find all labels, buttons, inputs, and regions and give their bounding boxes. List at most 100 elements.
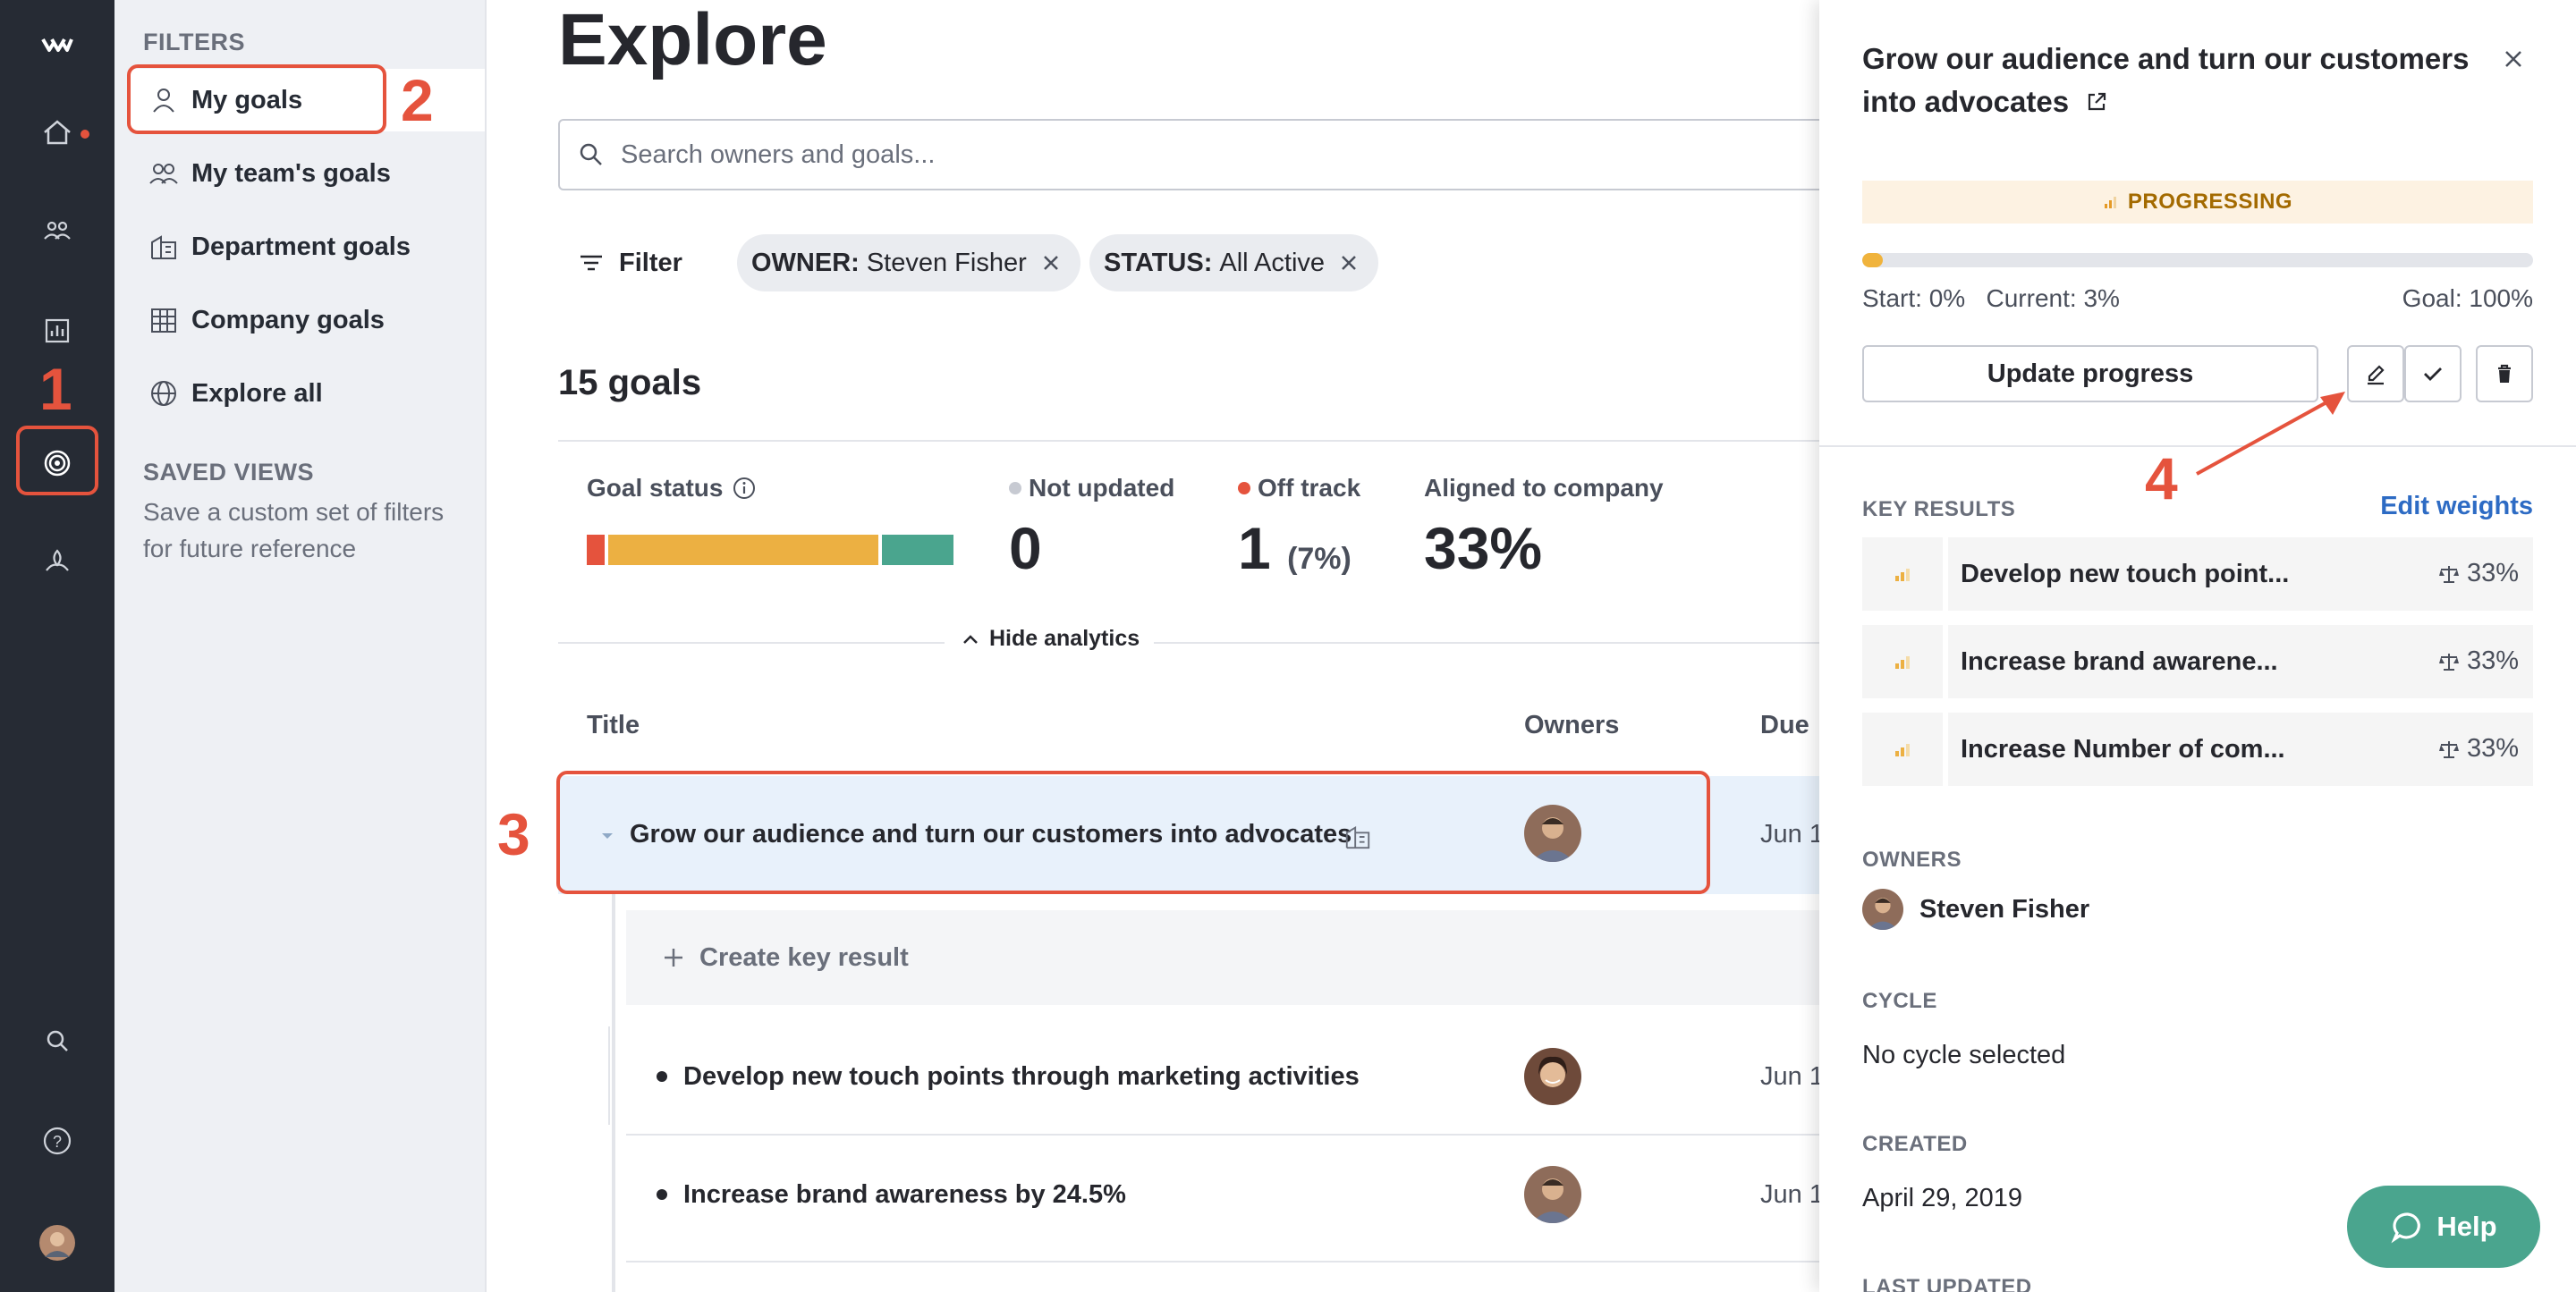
key-result-title[interactable]: Increase brand awareness by 24.5%: [683, 1180, 1126, 1210]
grey-dot: [1009, 482, 1021, 494]
progress-fill: [1862, 253, 1883, 267]
column-title[interactable]: Title: [587, 711, 640, 740]
key-result-item[interactable]: Develop new touch point... 33%: [1862, 537, 2533, 611]
divider: [558, 440, 1819, 442]
search-box[interactable]: [558, 119, 1819, 190]
signal-bars-icon: [1862, 625, 1943, 698]
off-track-percent: (7%): [1287, 542, 1352, 576]
globe-icon: [151, 381, 176, 406]
key-result-title[interactable]: Develop new touch points through marketi…: [683, 1062, 1360, 1092]
filters-sidebar: FILTERS My goals My team's goals Departm…: [114, 0, 487, 1292]
close-icon[interactable]: [2496, 41, 2531, 77]
key-result-name: Increase brand awarene...: [1961, 646, 2278, 676]
not-updated-value: 0: [1009, 515, 1042, 581]
signal-bars-icon: [2104, 197, 2116, 208]
building-icon: [151, 235, 176, 259]
annotation-number: 4: [2145, 445, 2178, 511]
filter-button[interactable]: Filter: [576, 238, 682, 288]
hide-analytics-button[interactable]: Hide analytics: [945, 626, 1155, 652]
user-avatar[interactable]: [29, 1214, 86, 1271]
off-track-label: Off track: [1238, 474, 1360, 502]
column-owners[interactable]: Owners: [1524, 711, 1619, 740]
close-icon[interactable]: [1039, 251, 1063, 274]
goal-status-label: Goal status: [587, 474, 757, 502]
annotation-number: 2: [401, 67, 434, 133]
filter-company-goals[interactable]: Company goals: [131, 289, 485, 351]
owner-avatar[interactable]: [1524, 1166, 1581, 1223]
status-filter-chip[interactable]: STATUS: All Active: [1089, 234, 1379, 291]
key-results-title: KEY RESULTS: [1862, 497, 2016, 521]
edit-weights-link[interactable]: Edit weights: [2380, 492, 2533, 521]
key-result-weight: 33%: [2436, 734, 2519, 764]
logo-icon[interactable]: [29, 16, 86, 73]
filter-label: My team's goals: [191, 158, 391, 188]
due-date: Jun 1: [1760, 1180, 1819, 1209]
created-value: April 29, 2019: [1862, 1184, 2022, 1212]
key-result-name: Increase Number of com...: [1961, 734, 2285, 764]
owner-filter-chip[interactable]: OWNER: Steven Fisher: [737, 234, 1080, 291]
key-result-item[interactable]: Increase brand awarene... 33%: [1862, 625, 2533, 698]
progress-start-current: Start: 0% Current: 3%: [1862, 284, 2120, 312]
chat-bubble-icon: [2391, 1212, 2421, 1244]
status-segment-on-track: [881, 535, 953, 565]
search-icon[interactable]: [29, 1012, 86, 1069]
due-date: Jun 1: [1760, 1062, 1819, 1091]
help-icon[interactable]: ?: [29, 1112, 86, 1170]
filter-department-goals[interactable]: Department goals: [131, 215, 485, 278]
info-icon[interactable]: [732, 476, 757, 501]
cycle-value: No cycle selected: [1862, 1041, 2066, 1069]
nav-rail: ?: [0, 0, 114, 1292]
not-updated-label: Not updated: [1009, 474, 1174, 502]
team-icon[interactable]: [29, 202, 86, 259]
filter-my-team-goals[interactable]: My team's goals: [131, 142, 485, 205]
filters-title: FILTERS: [143, 29, 245, 55]
pencil-icon: [2368, 365, 2385, 385]
people-icon: [149, 164, 178, 184]
delete-button[interactable]: [2476, 345, 2533, 402]
goal-status-bar: [587, 535, 953, 565]
filter-label: Company goals: [191, 305, 385, 334]
svg-text:?: ?: [53, 1133, 62, 1151]
tree-line: [612, 894, 615, 1292]
aligned-value: 33%: [1424, 515, 1543, 581]
signal-bars-icon: [1862, 537, 1943, 611]
tree-line: [608, 1026, 610, 1125]
close-icon[interactable]: [1337, 251, 1360, 274]
red-dot: [1238, 482, 1250, 494]
external-link-icon[interactable]: [2084, 89, 2109, 114]
scale-icon: [2438, 565, 2459, 583]
saved-views-title: SAVED VIEWS: [143, 459, 315, 486]
filter-button-label: Filter: [619, 248, 682, 277]
goals-count: 15 goals: [558, 363, 702, 402]
key-result-item[interactable]: Increase Number of com... 33%: [1862, 713, 2533, 786]
search-input[interactable]: [621, 139, 1784, 170]
divider: [626, 1134, 1819, 1136]
filter-explore-all[interactable]: Explore all: [131, 362, 485, 425]
page-title: Explore: [558, 0, 827, 80]
complete-button[interactable]: [2404, 345, 2462, 402]
analytics-icon[interactable]: [29, 302, 86, 359]
scale-icon: [2438, 740, 2459, 758]
chip-value: Steven Fisher: [866, 248, 1027, 277]
feedback-icon[interactable]: [29, 533, 86, 590]
notification-dot: [80, 130, 89, 139]
chip-key: OWNER:: [751, 248, 860, 277]
chip-key: STATUS:: [1104, 248, 1213, 277]
goal-progress-bar: [1862, 253, 2533, 267]
help-button[interactable]: Help: [2347, 1186, 2540, 1268]
owner-avatar[interactable]: [1524, 1048, 1581, 1105]
saved-views-description: Save a custom set of filters for future …: [143, 498, 445, 562]
search-icon: [580, 143, 602, 165]
owner-entry[interactable]: Steven Fisher: [1862, 889, 2089, 930]
signal-bars-icon: [1862, 713, 1943, 786]
column-due[interactable]: Due: [1760, 711, 1809, 740]
create-key-result-button[interactable]: Create key result: [626, 910, 1819, 1005]
status-segment-progressing: [608, 535, 878, 565]
divider: [626, 1261, 1819, 1262]
home-icon[interactable]: [29, 104, 86, 161]
main-content: Explore Filter OWNER: Steven Fisher STAT…: [487, 0, 1819, 1292]
key-result-name: Develop new touch point...: [1961, 559, 2290, 588]
plus-icon: [665, 949, 682, 967]
annotation-number: 1: [39, 356, 72, 422]
last-updated-title: LAST UPDATED: [1862, 1275, 2032, 1292]
